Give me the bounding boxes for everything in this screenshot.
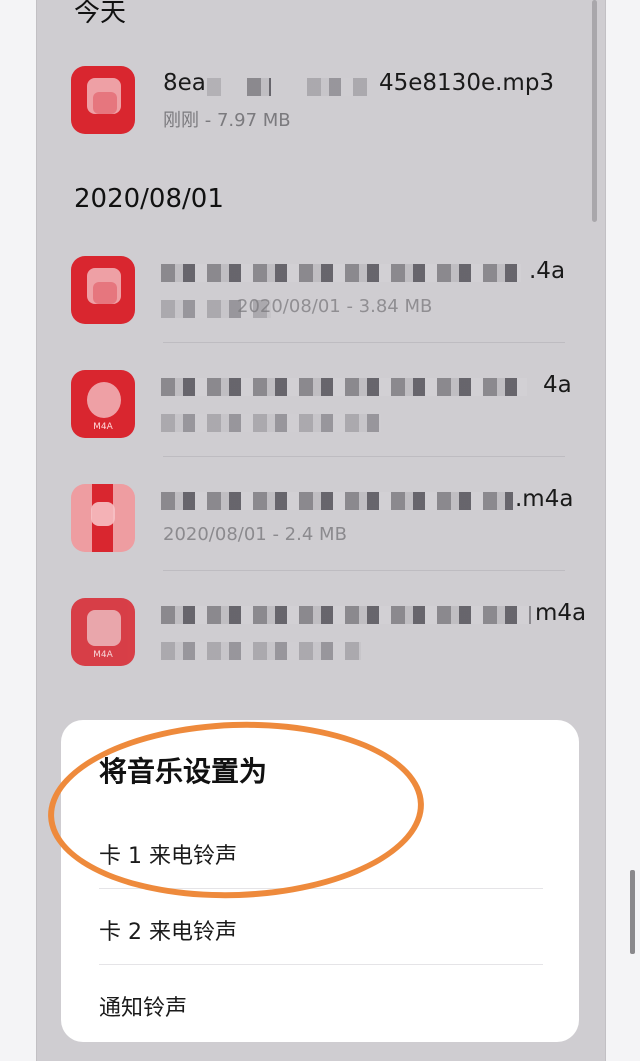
file-meta: 刚刚 - 7.97 MB — [163, 110, 291, 131]
file-meta-text: 2020/08/01 - 3.84 MB — [237, 296, 433, 317]
divider — [99, 964, 543, 965]
file-name-end: .4a — [529, 258, 566, 284]
file-list-screen: 今天 8ea 45e8130e.mp3 刚刚 - 7.97 MB 2020/08… — [36, 0, 606, 1061]
list-item[interactable]: .m4a 2020/08/01 - 2.4 MB — [37, 482, 605, 582]
blurred-text — [161, 264, 521, 282]
side-marker — [630, 870, 635, 954]
blurred-text — [207, 78, 221, 96]
blurred-text — [161, 492, 513, 510]
option-notification-ringtone[interactable]: 通知铃声 — [99, 990, 187, 1022]
divider — [99, 888, 543, 889]
m4a-tag: M4A — [93, 422, 113, 432]
list-item[interactable]: M4A m4a — [37, 596, 605, 696]
file-name-start: 8ea — [163, 70, 206, 96]
option-sim2-ringtone[interactable]: 卡 2 来电铃声 — [99, 914, 237, 946]
blurred-text — [247, 78, 271, 96]
music-file-icon — [71, 66, 135, 134]
file-name-end: 45e8130e.mp3 — [379, 70, 555, 96]
file-meta: 2020/08/01 - 2.4 MB — [163, 524, 347, 545]
blurred-text — [161, 414, 381, 432]
blurred-text — [161, 378, 527, 396]
section-header-date: 2020/08/01 — [74, 184, 224, 214]
file-name-end: m4a — [535, 600, 587, 626]
file-name: 8ea — [163, 70, 206, 96]
divider — [163, 456, 565, 457]
section-header-today: 今天 — [74, 0, 127, 28]
music-file-icon — [71, 256, 135, 324]
m4a-file-icon — [71, 484, 135, 552]
file-name-end: 4a — [543, 372, 572, 398]
set-as-ringtone-sheet: 将音乐设置为 卡 1 来电铃声 卡 2 来电铃声 通知铃声 — [61, 720, 579, 1042]
blurred-text — [307, 78, 367, 96]
file-name-end: .m4a — [515, 486, 574, 512]
file-meta-text: 2020/08/01 - 2.4 MB — [163, 524, 347, 545]
m4a-file-icon: M4A — [71, 370, 135, 438]
list-item[interactable]: 8ea 45e8130e.mp3 刚刚 - 7.97 MB — [37, 64, 605, 164]
divider — [163, 342, 565, 343]
blurred-text — [161, 642, 361, 660]
divider — [163, 570, 565, 571]
m4a-file-icon: M4A — [71, 598, 135, 666]
sheet-title: 将音乐设置为 — [99, 755, 268, 788]
file-meta: 2020/08/01 - 3.84 MB — [237, 296, 432, 317]
blurred-text — [161, 606, 531, 624]
list-item[interactable]: .4a 2020/08/01 - 3.84 MB — [37, 254, 605, 354]
m4a-tag: M4A — [93, 650, 113, 660]
list-item[interactable]: M4A 4a — [37, 368, 605, 468]
option-sim1-ringtone[interactable]: 卡 1 来电铃声 — [99, 838, 237, 870]
